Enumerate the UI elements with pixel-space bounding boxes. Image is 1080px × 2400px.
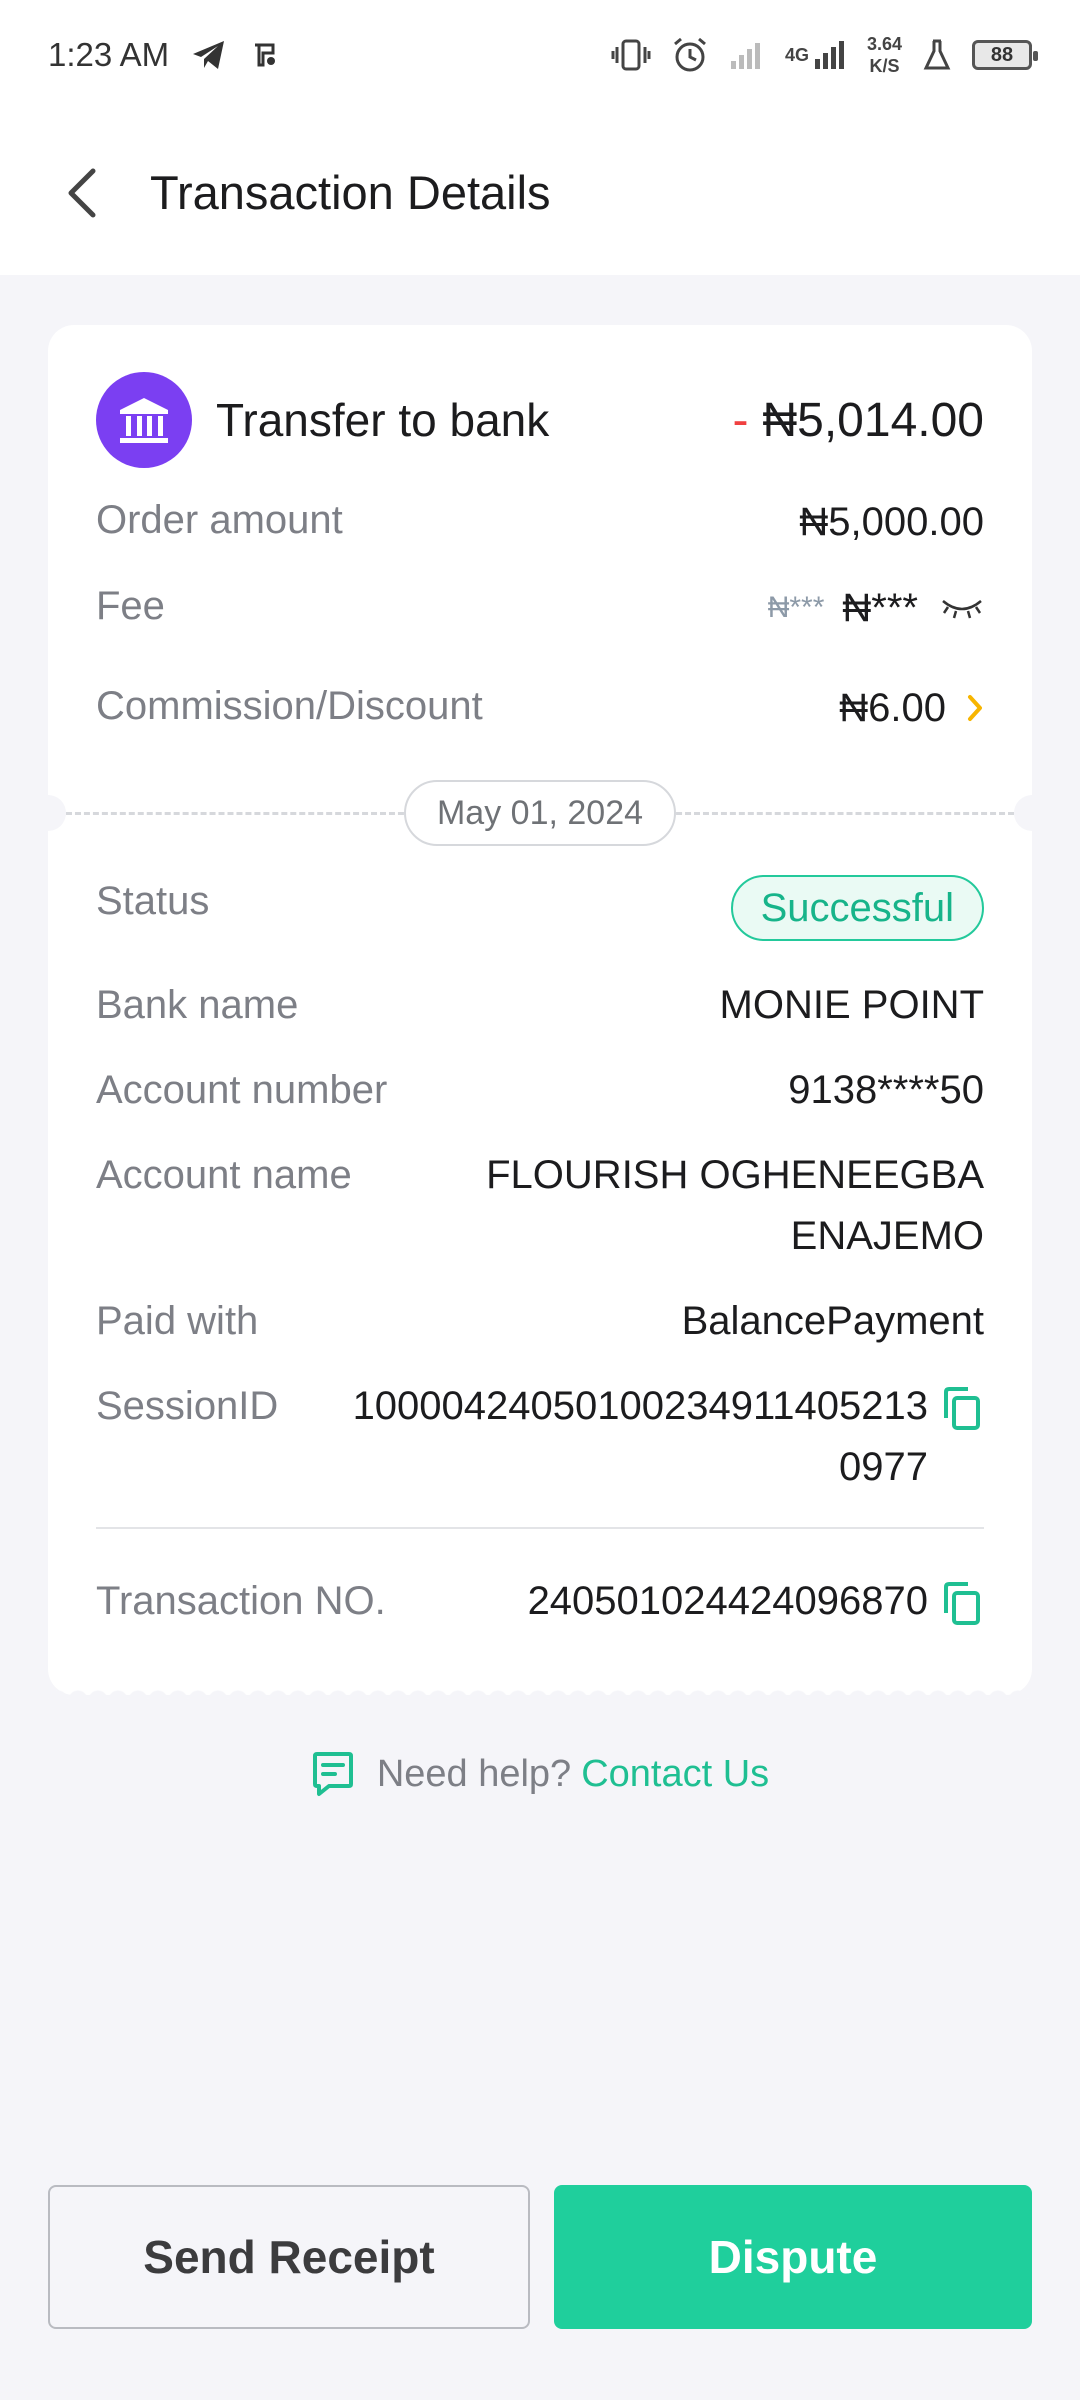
copy-icon[interactable] — [940, 1579, 984, 1629]
battery-level: 88 — [990, 43, 1014, 66]
commission-row[interactable]: Commission/Discount ₦6.00 — [96, 684, 984, 732]
fee-current-value: ₦*** — [842, 586, 918, 630]
app-header: Transaction Details — [0, 110, 1080, 275]
chat-icon — [312, 1752, 353, 1796]
back-button[interactable] — [42, 153, 122, 233]
network-label: 4G — [784, 44, 809, 65]
status-row: Status Successful — [96, 875, 984, 941]
transaction-no-value-group: 240501024424096870 — [528, 1571, 984, 1632]
send-receipt-button[interactable]: Send Receipt — [48, 2185, 530, 2329]
session-id-row: SessionID 100004240501002349114052​13 09… — [96, 1376, 984, 1498]
network-type: 4G — [785, 39, 847, 71]
amount-value: ₦5,014.00 — [762, 393, 984, 447]
chevron-left-icon — [68, 168, 96, 217]
battery-icon: 88 — [972, 40, 1038, 70]
status-bar: 1:23 AM 4G 3.64 K/S 88 — [0, 0, 1080, 110]
account-name-line1: FLOURISH OGHENEEGBA — [486, 1153, 984, 1197]
dispute-button[interactable]: Dispute — [554, 2185, 1032, 2329]
card-notch-right — [1014, 795, 1050, 831]
commission-label: Commission/Discount — [96, 684, 483, 728]
session-id-value-group: 100004240501002349114052​13 0977 — [353, 1376, 984, 1498]
paid-with-value: BalancePayment — [681, 1299, 984, 1343]
vibrate-icon — [611, 39, 651, 71]
status-badge: Successful — [730, 875, 984, 941]
session-id-line1: 100004240501002349114052​13 — [352, 1384, 928, 1428]
order-amount-row: Order amount ₦5,000.00 — [96, 498, 984, 546]
bank-name-value: MONIE POINT — [719, 983, 984, 1027]
amount-sign: - — [732, 393, 749, 447]
fee-label: Fee — [96, 584, 165, 628]
account-name-row: Account name FLOURISH OGHENEEGBA ENAJEMO — [96, 1145, 984, 1267]
session-id-line2: 0977 — [839, 1445, 928, 1489]
session-id-value: 100004240501002349114052​13 0977 — [353, 1376, 928, 1498]
commission-value[interactable]: ₦6.00 — [839, 684, 984, 732]
signal-icon-sim1 — [730, 43, 760, 69]
help-section: Need help? Contact Us — [0, 1750, 1080, 1798]
bank-building-icon — [120, 398, 168, 443]
order-amount-label: Order amount — [96, 498, 343, 542]
paid-with-label: Paid with — [96, 1299, 259, 1343]
order-amount-value: ₦5,000.00 — [799, 500, 984, 544]
bank-name-label: Bank name — [96, 983, 299, 1027]
transaction-summary: Transfer to bank - ₦5,014.00 — [96, 372, 984, 468]
speed-value: 3.64 — [866, 34, 902, 54]
paid-with-row: Paid with BalancePayment — [96, 1291, 984, 1352]
page-title: Transaction Details — [150, 166, 551, 219]
commission-amount: ₦6.00 — [839, 686, 946, 730]
account-name-label: Account name — [96, 1153, 352, 1197]
flask-icon — [923, 39, 951, 70]
account-name-value: FLOURISH OGHENEEGBA ENAJEMO — [486, 1145, 984, 1267]
speed-unit: K/S — [869, 56, 900, 76]
fee-original-value: ₦*** — [767, 591, 825, 624]
alarm-icon — [673, 37, 706, 72]
eye-closed-icon[interactable] — [940, 595, 984, 621]
transaction-no-label: Transaction NO. — [96, 1579, 386, 1623]
transaction-type: Transfer to bank — [216, 394, 550, 446]
account-number-row: Account number 9138****50 — [96, 1060, 984, 1121]
bank-name-row: Bank name MONIE POINT — [96, 975, 984, 1036]
telegram-icon — [193, 41, 225, 69]
fee-value: ₦*** ₦*** — [768, 584, 984, 632]
chevron-right-icon — [968, 695, 982, 721]
account-number-label: Account number — [96, 1068, 388, 1112]
date-pill: May 01, 2024 — [404, 780, 676, 846]
copy-icon[interactable] — [940, 1384, 984, 1434]
card-notch-left — [30, 795, 66, 831]
transaction-no-value: 240501024424096870 — [527, 1579, 928, 1623]
card-scalloped-edge — [48, 1680, 1032, 1700]
contact-us-link[interactable]: Contact Us — [581, 1753, 769, 1796]
network-speed: 3.64 K/S — [867, 33, 902, 77]
account-number-value: 9138****50 — [788, 1068, 984, 1112]
section-separator — [96, 1527, 984, 1529]
status-label: Status — [96, 879, 210, 923]
transaction-amount: - ₦5,014.00 — [733, 393, 985, 448]
session-id-label: SessionID — [96, 1384, 279, 1428]
signal-icon-sim2 — [814, 41, 844, 69]
bank-icon — [96, 372, 192, 468]
account-name-line2: ENAJEMO — [790, 1214, 984, 1258]
transaction-no-row: Transaction NO. 240501024424096870 — [96, 1571, 984, 1632]
fee-row: Fee ₦*** ₦*** — [96, 584, 984, 632]
help-question: Need help? — [376, 1752, 572, 1795]
app-notification-icon — [255, 43, 276, 67]
action-buttons: Send Receipt Dispute — [48, 2185, 1032, 2329]
status-time: 1:23 AM — [48, 36, 170, 73]
